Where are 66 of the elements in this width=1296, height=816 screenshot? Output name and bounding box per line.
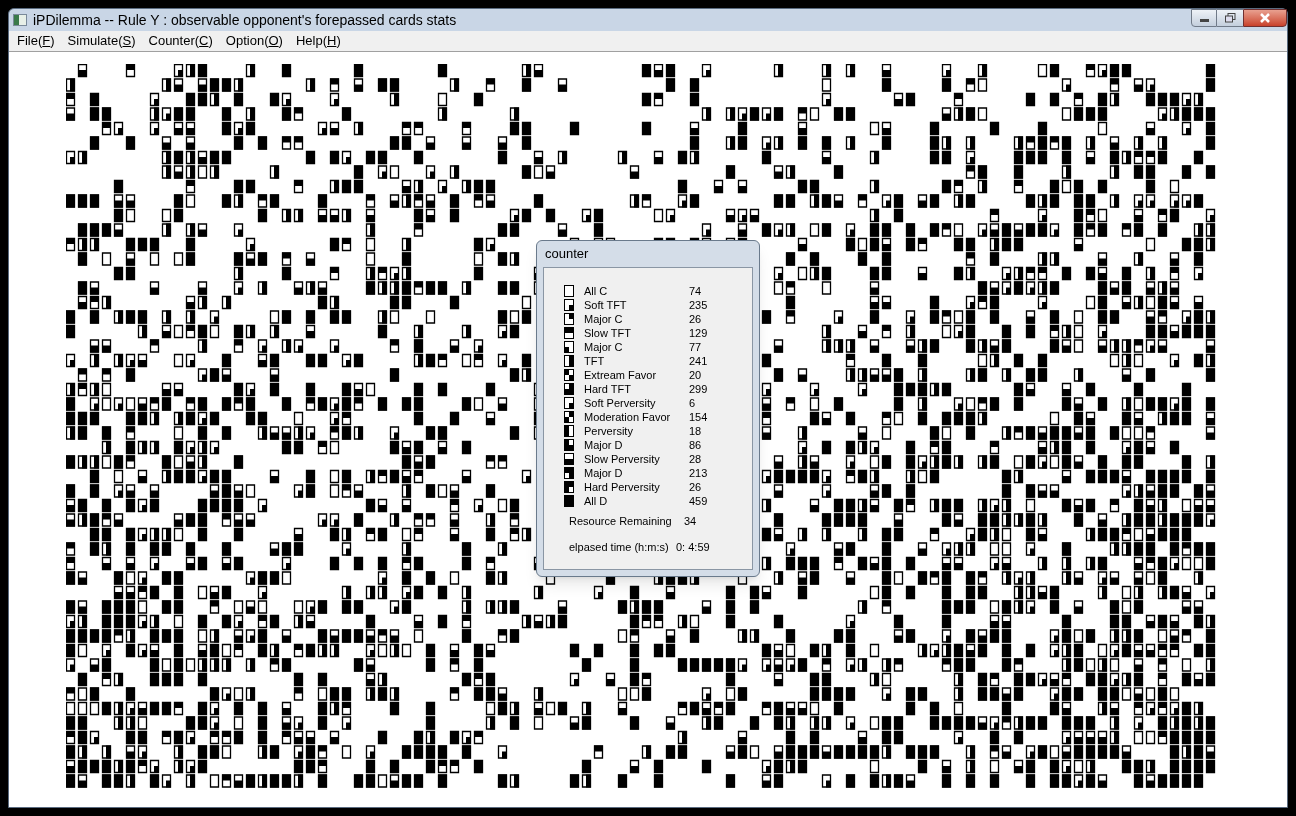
strategy-name: Major D (584, 437, 624, 453)
strategy-name: All D (584, 493, 609, 509)
resource-label: Resource Remaining (569, 514, 673, 528)
resource-value: 34 (684, 514, 697, 528)
menu-item[interactable]: File(F) (11, 31, 61, 51)
strategy-count: 299 (689, 381, 708, 397)
menu-item[interactable]: Option(O) (219, 31, 289, 51)
strategy-glyph-icon (564, 411, 574, 423)
strategy-glyph-icon (564, 285, 574, 297)
strategy-count: 86 (689, 437, 702, 453)
strategy-name: Hard TFT (584, 381, 632, 397)
strategy-glyph-icon (564, 313, 574, 325)
elapsed-time-label: elpased time (h:m:s) (569, 540, 670, 554)
elapsed-time-value: 0: 4:59 (676, 540, 710, 554)
strategy-count: 20 (689, 367, 702, 383)
strategy-glyph-icon (564, 341, 574, 353)
strategy-glyph-icon (564, 369, 574, 381)
strategy-name: All C (584, 283, 609, 299)
close-button[interactable] (1243, 9, 1287, 27)
restore-icon (1224, 13, 1236, 23)
strategy-count: 6 (689, 395, 696, 411)
strategy-count: 28 (689, 451, 702, 467)
strategy-glyph-icon (564, 439, 574, 451)
strategy-count: 129 (689, 325, 708, 341)
menu-item[interactable]: Help(H) (289, 31, 347, 51)
dialog-title: counter (544, 245, 590, 263)
app-icon (13, 14, 27, 26)
strategy-glyph-icon (564, 453, 574, 465)
strategy-name: Major C (584, 339, 624, 355)
strategy-glyph-icon (564, 397, 574, 409)
strategy-count: 241 (689, 353, 708, 369)
strategy-name: Major C (584, 311, 624, 327)
minimize-icon (1199, 18, 1209, 22)
strategy-glyph-icon (564, 467, 574, 479)
strategy-glyph-icon (564, 425, 574, 437)
strategy-name: Soft Perversity (584, 395, 657, 411)
strategy-count: 459 (689, 493, 708, 509)
strategy-glyph-icon (564, 383, 574, 395)
menu-item[interactable]: Simulate(S) (61, 31, 142, 51)
strategy-glyph-icon (564, 495, 574, 507)
restore-button[interactable] (1217, 9, 1243, 27)
window-title: iPDilemma -- Rule Y : observable opponent's forepassed cards stats (33, 10, 457, 30)
strategy-glyph-icon (564, 355, 574, 367)
strategy-name: Major D (584, 465, 624, 481)
strategy-name: Perversity (584, 423, 634, 439)
minimize-button[interactable] (1191, 9, 1217, 27)
strategy-count: 26 (689, 479, 702, 495)
strategy-count: 235 (689, 297, 708, 313)
strategy-name: TFT (584, 353, 606, 369)
strategy-count: 18 (689, 423, 702, 439)
strategy-name: Extream Favor (584, 367, 658, 383)
strategy-name: Slow TFT (584, 325, 632, 341)
strategy-glyph-icon (564, 299, 574, 311)
strategy-count: 74 (689, 283, 702, 299)
strategy-name: Moderation Favor (584, 409, 672, 425)
strategy-glyph-icon (564, 327, 574, 339)
strategy-count: 77 (689, 339, 702, 355)
strategy-glyph-icon (564, 481, 574, 493)
strategy-name: Soft TFT (584, 297, 628, 313)
strategy-count: 213 (689, 465, 708, 481)
menu-item[interactable]: Counter(C) (142, 31, 219, 51)
strategy-count: 26 (689, 311, 702, 327)
strategy-count: 154 (689, 409, 708, 425)
close-icon (1259, 13, 1271, 23)
strategy-name: Hard Perversity (584, 479, 661, 495)
strategy-name: Slow Perversity (584, 451, 661, 467)
